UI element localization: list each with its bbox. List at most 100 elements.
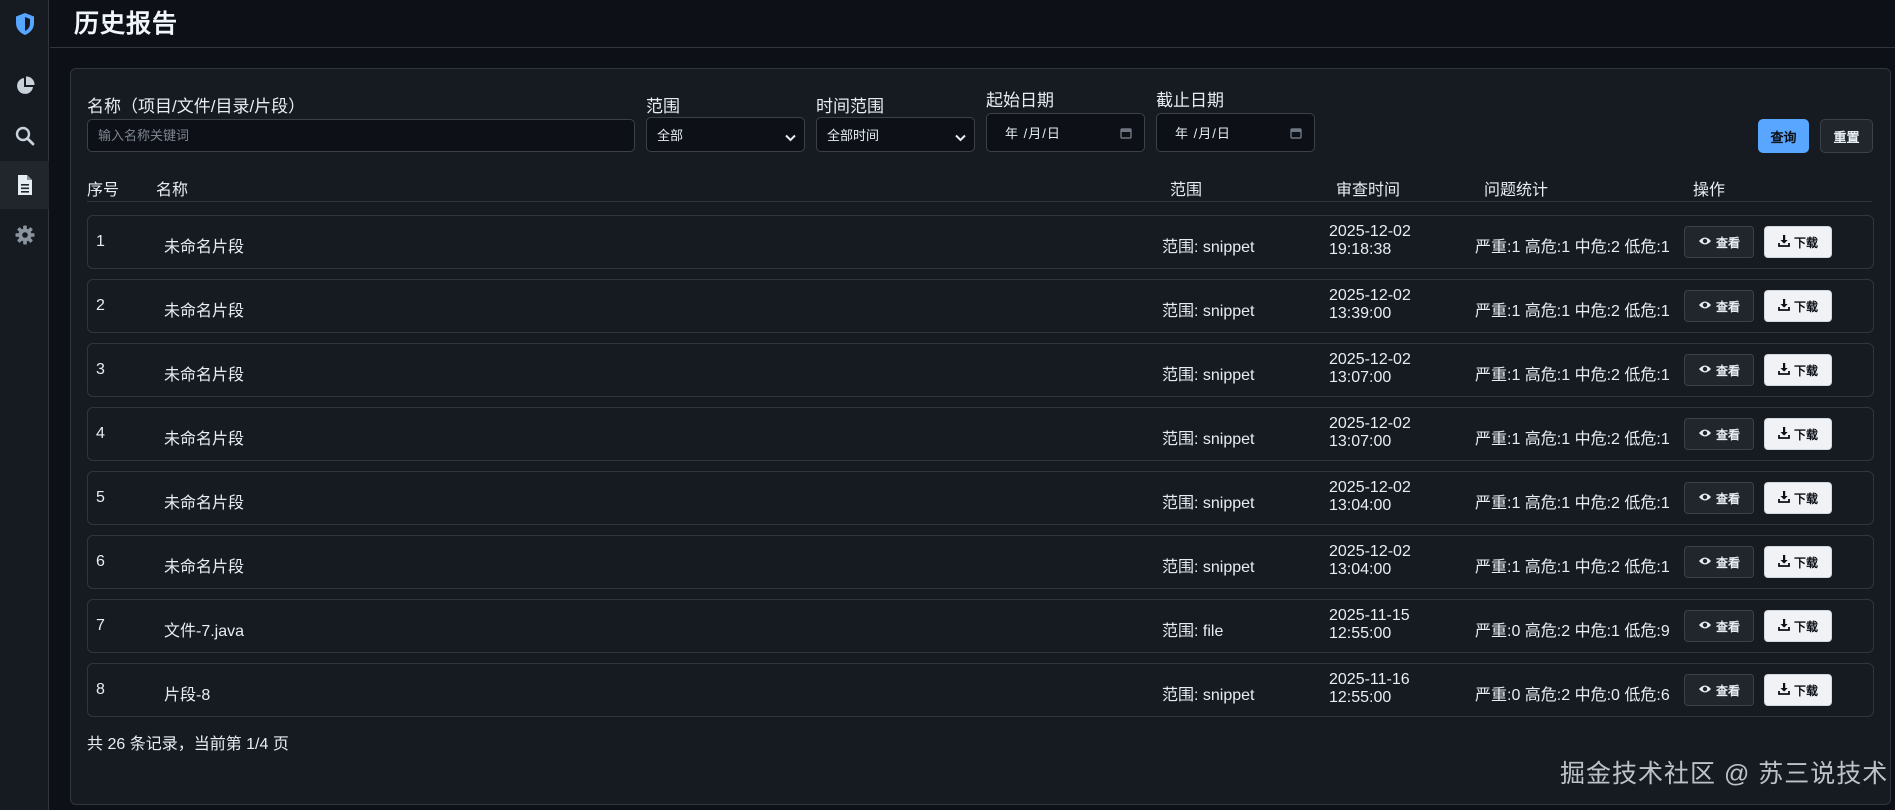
start-date-label: 起始日期 — [986, 91, 1054, 110]
download-button[interactable]: 下载 — [1764, 418, 1832, 450]
view-button[interactable]: 查看 — [1684, 418, 1754, 450]
sidebar — [0, 0, 49, 810]
view-button[interactable]: 查看 — [1684, 354, 1754, 386]
chevron-down-icon — [955, 130, 966, 145]
download-icon — [1778, 554, 1790, 570]
header-index: 序号 — [87, 182, 120, 199]
row-name: 未命名片段 — [164, 559, 245, 576]
view-button-label: 查看 — [1715, 555, 1740, 570]
search-icon — [15, 126, 35, 146]
chevron-down-icon — [785, 130, 796, 145]
download-button-label: 下载 — [1793, 363, 1818, 378]
sidebar-item-dashboard[interactable] — [0, 62, 49, 110]
download-icon — [1778, 234, 1790, 250]
table-row: 5 未命名片段 范围: snippet 2025-12-02 13:04:00 严… — [87, 471, 1874, 525]
download-icon — [1778, 426, 1790, 442]
header-review-time: 审查时间 — [1336, 182, 1401, 199]
row-date: 2025-12-02 — [1329, 223, 1411, 240]
row-review-time: 2025-12-02 19:18:38 — [1329, 223, 1411, 259]
row-scope: 范围: snippet — [1162, 431, 1255, 448]
view-button[interactable]: 查看 — [1684, 674, 1754, 706]
calendar-icon[interactable] — [1290, 127, 1302, 142]
app-logo[interactable] — [0, 0, 49, 48]
eye-icon — [1698, 683, 1712, 697]
sidebar-item-settings[interactable] — [0, 211, 49, 259]
row-scope: 范围: snippet — [1162, 495, 1255, 512]
header-name: 名称 — [156, 182, 189, 199]
view-button[interactable]: 查看 — [1684, 226, 1754, 258]
table-row: 4 未命名片段 范围: snippet 2025-12-02 13:07:00 严… — [87, 407, 1874, 461]
end-date-value: 年 /月/日 — [1175, 126, 1231, 141]
time-range-label: 时间范围 — [816, 97, 884, 116]
name-search-input[interactable] — [87, 119, 635, 152]
row-time: 13:07:00 — [1329, 369, 1392, 386]
shield-logo-icon — [14, 12, 36, 36]
scope-select[interactable]: 全部 — [646, 117, 805, 152]
download-button[interactable]: 下载 — [1764, 610, 1832, 642]
time-range-select[interactable]: 全部时间 — [816, 117, 975, 152]
row-index: 5 — [96, 489, 105, 506]
page-title: 历史报告 — [74, 10, 179, 38]
row-date: 2025-12-02 — [1329, 287, 1411, 304]
view-button-label: 查看 — [1715, 299, 1740, 314]
row-index: 2 — [96, 297, 105, 314]
eye-icon — [1698, 555, 1712, 569]
sidebar-item-reports[interactable] — [0, 161, 49, 209]
top-bar: 历史报告 — [50, 0, 1895, 48]
row-issue-stats: 严重:1 高危:1 中危:2 低危:1 — [1475, 367, 1670, 384]
view-button[interactable]: 查看 — [1684, 482, 1754, 514]
view-button-label: 查看 — [1715, 235, 1740, 250]
row-issue-stats: 严重:1 高危:1 中危:2 低危:1 — [1475, 559, 1670, 576]
row-scope: 范围: file — [1162, 623, 1224, 640]
row-date: 2025-12-02 — [1329, 479, 1411, 496]
table-row: 7 文件-7.java 范围: file 2025-11-15 12:55:00 … — [87, 599, 1874, 653]
scope-select-value: 全部 — [657, 128, 684, 143]
end-date-label: 截止日期 — [1156, 91, 1224, 110]
row-index: 7 — [96, 617, 105, 634]
view-button[interactable]: 查看 — [1684, 610, 1754, 642]
row-time: 13:07:00 — [1329, 433, 1392, 450]
table-row: 6 未命名片段 范围: snippet 2025-12-02 13:04:00 严… — [87, 535, 1874, 589]
reset-button[interactable]: 重置 — [1820, 119, 1873, 153]
table-header: 序号 名称 范围 审查时间 问题统计 操作 — [71, 169, 1890, 205]
row-name: 未命名片段 — [164, 239, 245, 256]
row-date: 2025-12-02 — [1329, 351, 1411, 368]
sidebar-item-search[interactable] — [0, 112, 49, 160]
end-date-input[interactable]: 年 /月/日 — [1156, 113, 1315, 152]
query-button[interactable]: 查询 — [1758, 119, 1809, 153]
download-button[interactable]: 下载 — [1764, 290, 1832, 322]
eye-icon — [1698, 299, 1712, 313]
download-button[interactable]: 下载 — [1764, 226, 1832, 258]
row-date: 2025-12-02 — [1329, 543, 1411, 560]
download-button[interactable]: 下载 — [1764, 354, 1832, 386]
row-time: 13:04:00 — [1329, 497, 1392, 514]
row-scope: 范围: snippet — [1162, 239, 1255, 256]
row-name: 未命名片段 — [164, 495, 245, 512]
eye-icon — [1698, 363, 1712, 377]
row-name: 片段-8 — [164, 687, 211, 704]
row-issue-stats: 严重:0 高危:2 中危:1 低危:9 — [1475, 623, 1670, 640]
download-icon — [1778, 362, 1790, 378]
download-button-label: 下载 — [1793, 299, 1818, 314]
start-date-input[interactable]: 年 /月/日 — [986, 113, 1145, 152]
download-button[interactable]: 下载 — [1764, 546, 1832, 578]
row-time: 12:55:00 — [1329, 625, 1392, 642]
download-button-label: 下载 — [1793, 683, 1818, 698]
download-button[interactable]: 下载 — [1764, 482, 1832, 514]
view-button[interactable]: 查看 — [1684, 290, 1754, 322]
view-button-label: 查看 — [1715, 491, 1740, 506]
name-filter-label: 名称（项目/文件/目录/片段） — [87, 97, 306, 116]
download-button[interactable]: 下载 — [1764, 674, 1832, 706]
download-button-label: 下载 — [1793, 619, 1818, 634]
row-time: 19:18:38 — [1329, 241, 1392, 258]
time-range-select-value: 全部时间 — [827, 128, 880, 143]
row-review-time: 2025-12-02 13:04:00 — [1329, 479, 1411, 515]
row-date: 2025-11-15 — [1329, 607, 1410, 624]
row-name: 未命名片段 — [164, 367, 245, 384]
calendar-icon[interactable] — [1120, 127, 1132, 142]
document-icon — [17, 175, 33, 195]
table-row: 3 未命名片段 范围: snippet 2025-12-02 13:07:00 严… — [87, 343, 1874, 397]
view-button-label: 查看 — [1715, 427, 1740, 442]
view-button[interactable]: 查看 — [1684, 546, 1754, 578]
download-icon — [1778, 618, 1790, 634]
